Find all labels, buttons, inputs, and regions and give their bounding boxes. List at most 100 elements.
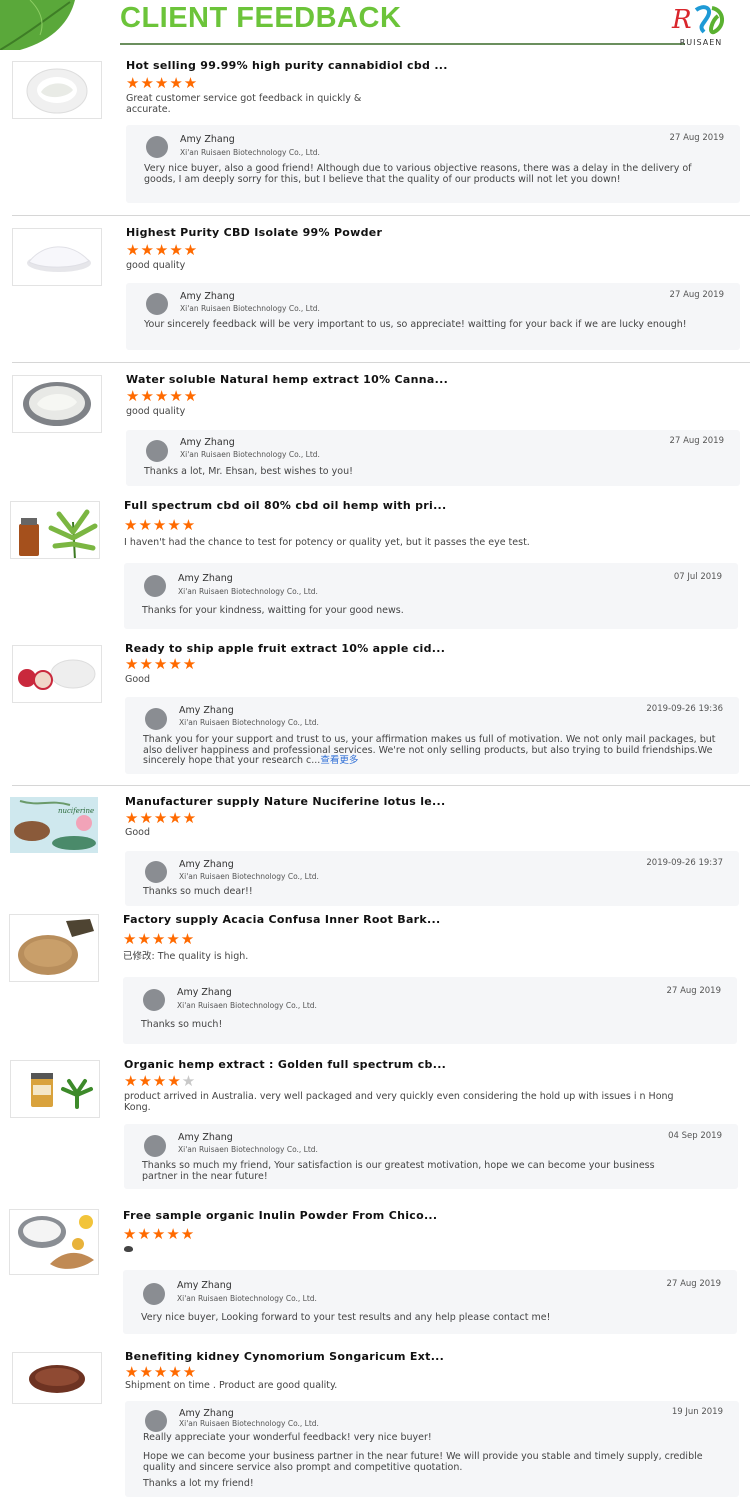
seller-reply: Amy Zhang Xi'an Ruisaen Biotechnology Co… bbox=[123, 977, 737, 1044]
powder-pile-icon bbox=[27, 246, 91, 272]
avatar bbox=[145, 861, 167, 883]
reply-company: Xi'an Ruisaen Biotechnology Co., Ltd. bbox=[179, 718, 319, 727]
reply-author: Amy Zhang bbox=[177, 1280, 232, 1291]
product-thumbnail[interactable] bbox=[9, 1209, 99, 1275]
star-rating: ★★★★★ bbox=[123, 930, 196, 948]
seller-reply: Amy Zhang Xi'an Ruisaen Biotechnology Co… bbox=[124, 563, 738, 629]
reply-text: Thanks so much! bbox=[141, 1019, 223, 1030]
page-title: CLIENT FEEDBACK bbox=[120, 2, 402, 34]
reply-text: Thanks for your kindness, waitting for y… bbox=[142, 605, 404, 616]
reply-author: Amy Zhang bbox=[180, 291, 235, 302]
buyer-comment: Good bbox=[125, 674, 151, 685]
bark-powder-icon bbox=[18, 919, 94, 975]
avatar bbox=[143, 1283, 165, 1305]
reply-author: Amy Zhang bbox=[178, 573, 233, 584]
reply-date: 19 Jun 2019 bbox=[671, 1407, 723, 1417]
reply-text: Thanks a lot, Mr. Ehsan, best wishes to … bbox=[144, 466, 353, 477]
reply-company: Xi'an Ruisaen Biotechnology Co., Ltd. bbox=[177, 1001, 317, 1010]
buyer-comment bbox=[124, 1244, 724, 1255]
reply-company: Xi'an Ruisaen Biotechnology Co., Ltd. bbox=[178, 1145, 318, 1154]
buyer-comment: Great customer service got feedback in q… bbox=[126, 93, 362, 115]
star-rating: ★★★★★ bbox=[125, 1363, 198, 1381]
inulin-root-icon bbox=[18, 1215, 94, 1269]
star-rating: ★★★★★ bbox=[126, 74, 199, 92]
product-title[interactable]: Full spectrum cbd oil 80% cbd oil hemp w… bbox=[124, 499, 447, 512]
reply-date: 27 Aug 2019 bbox=[666, 1279, 721, 1289]
buyer-comment: 已修改: The quality is high. bbox=[123, 951, 249, 962]
reply-text: Thanks so much dear!! bbox=[143, 886, 253, 897]
avatar bbox=[145, 708, 167, 730]
avatar bbox=[146, 440, 168, 462]
star-rating: ★★★★★ bbox=[126, 387, 199, 405]
divider bbox=[12, 215, 750, 216]
seller-reply: Amy Zhang Xi'an Ruisaen Biotechnology Co… bbox=[124, 1124, 738, 1189]
seller-reply: Amy Zhang Xi'an Ruisaen Biotechnology Co… bbox=[125, 1401, 739, 1497]
reply-author: Amy Zhang bbox=[179, 1408, 234, 1419]
apple-powder-icon bbox=[18, 659, 96, 690]
star-rating: ★★★★★ bbox=[125, 655, 198, 673]
reply-text: Your sincerely feedback will be very imp… bbox=[144, 319, 687, 330]
product-title[interactable]: Water soluble Natural hemp extract 10% C… bbox=[126, 373, 448, 386]
avatar bbox=[144, 575, 166, 597]
reply-date: 27 Aug 2019 bbox=[666, 986, 721, 996]
buyer-comment: I haven't had the chance to test for pot… bbox=[124, 537, 530, 548]
reply-date: 2019-09-26 19:36 bbox=[646, 704, 723, 714]
reply-text: Thanks a lot my friend! bbox=[143, 1478, 254, 1489]
avatar bbox=[145, 1410, 167, 1432]
reply-company: Xi'an Ruisaen Biotechnology Co., Ltd. bbox=[177, 1294, 317, 1303]
reply-text: Very nice buyer, Looking forward to your… bbox=[141, 1312, 551, 1323]
reply-date: 27 Aug 2019 bbox=[669, 436, 724, 446]
reply-company: Xi'an Ruisaen Biotechnology Co., Ltd. bbox=[178, 587, 318, 596]
product-thumbnail[interactable] bbox=[12, 375, 102, 433]
reply-author: Amy Zhang bbox=[180, 134, 235, 145]
seller-reply: Amy Zhang Xi'an Ruisaen Biotechnology Co… bbox=[123, 1270, 737, 1334]
star-rating: ★★★★★ bbox=[126, 241, 199, 259]
reply-text: Thank you for your support and trust to … bbox=[143, 734, 716, 766]
seller-reply: Amy Zhang Xi'an Ruisaen Biotechnology Co… bbox=[126, 125, 740, 203]
seller-reply: Amy Zhang Xi'an Ruisaen Biotechnology Co… bbox=[126, 283, 740, 350]
star-rating: ★★★★★ bbox=[124, 1072, 197, 1090]
product-thumbnail[interactable] bbox=[12, 645, 102, 703]
product-title[interactable]: Benefiting kidney Cynomorium Songaricum … bbox=[125, 1350, 444, 1363]
reply-text: Very nice buyer, also a good friend! Alt… bbox=[144, 163, 692, 185]
star-rating: ★★★★★ bbox=[125, 809, 198, 827]
product-thumbnail[interactable] bbox=[9, 914, 99, 982]
leaf-decoration-icon bbox=[0, 0, 75, 50]
red-powder-icon bbox=[29, 1365, 85, 1393]
seller-reply: Amy Zhang Xi'an Ruisaen Biotechnology Co… bbox=[126, 430, 740, 486]
product-title[interactable]: Organic hemp extract : Golden full spect… bbox=[124, 1058, 446, 1071]
product-title[interactable]: Hot selling 99.99% high purity cannabidi… bbox=[126, 59, 448, 72]
product-title[interactable]: Free sample organic Inulin Powder From C… bbox=[123, 1209, 437, 1222]
seller-reply: Amy Zhang Xi'an Ruisaen Biotechnology Co… bbox=[125, 851, 739, 906]
product-title[interactable]: Manufacturer supply Nature Nuciferine lo… bbox=[125, 795, 445, 808]
buyer-comment: good quality bbox=[126, 406, 186, 417]
product-thumbnail[interactable]: nuciferine bbox=[10, 797, 98, 853]
reply-company: Xi'an Ruisaen Biotechnology Co., Ltd. bbox=[180, 148, 320, 157]
see-more-link[interactable]: 查看更多 bbox=[320, 755, 358, 766]
avatar bbox=[143, 989, 165, 1011]
title-underline bbox=[120, 43, 685, 45]
reply-text: Really appreciate your wonderful feedbac… bbox=[143, 1432, 432, 1443]
product-thumbnail[interactable] bbox=[10, 501, 100, 559]
powder-dish-icon bbox=[26, 68, 88, 114]
reply-author: Amy Zhang bbox=[177, 987, 232, 998]
reply-company: Xi'an Ruisaen Biotechnology Co., Ltd. bbox=[180, 304, 320, 313]
reply-company: Xi'an Ruisaen Biotechnology Co., Ltd. bbox=[179, 872, 319, 881]
reply-company: Xi'an Ruisaen Biotechnology Co., Ltd. bbox=[180, 450, 320, 459]
star-rating: ★★★★★ bbox=[123, 1225, 196, 1243]
product-thumbnail[interactable] bbox=[12, 61, 102, 119]
product-title[interactable]: Ready to ship apple fruit extract 10% ap… bbox=[125, 642, 445, 655]
reply-date: 07 Jul 2019 bbox=[673, 572, 722, 582]
reply-date: 27 Aug 2019 bbox=[669, 133, 724, 143]
product-thumbnail[interactable] bbox=[12, 1352, 102, 1404]
product-title[interactable]: Factory supply Acacia Confusa Inner Root… bbox=[123, 913, 440, 926]
product-thumbnail[interactable] bbox=[12, 228, 102, 286]
buyer-comment: product arrived in Australia. very well … bbox=[124, 1091, 674, 1113]
avatar bbox=[146, 293, 168, 315]
buyer-comment: Good bbox=[125, 827, 151, 838]
product-thumbnail[interactable] bbox=[10, 1060, 100, 1118]
hemp-jar-icon bbox=[31, 1073, 93, 1109]
reply-text: Hope we can become your business partner… bbox=[143, 1451, 703, 1473]
product-title[interactable]: Highest Purity CBD Isolate 99% Powder bbox=[126, 226, 382, 239]
divider bbox=[12, 785, 750, 786]
